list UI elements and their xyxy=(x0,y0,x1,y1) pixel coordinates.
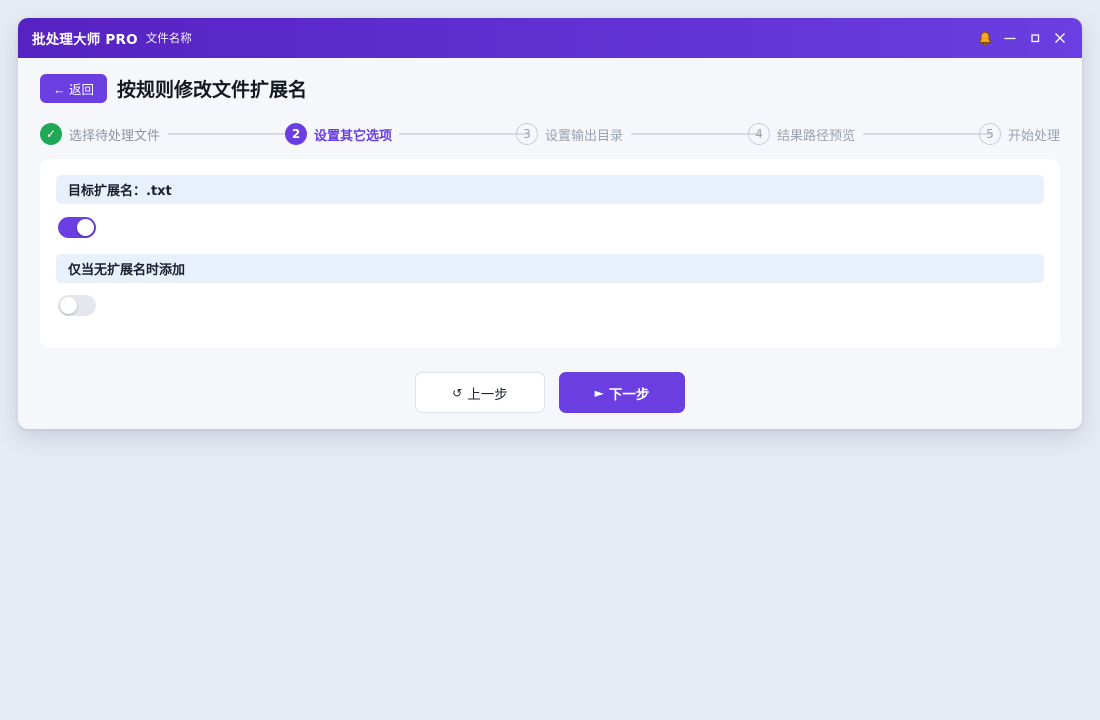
step-label: 设置输出目录 xyxy=(545,128,624,144)
step-4[interactable]: 4 结果路径预览 xyxy=(748,122,855,146)
page-title: 按规则修改文件扩展名 xyxy=(116,79,307,101)
step-3[interactable]: 3 设置输出目录 xyxy=(516,122,623,146)
previous-step-button[interactable]: ↺ 上一步 xyxy=(415,372,545,413)
next-step-button[interactable]: ► 下一步 xyxy=(559,372,685,413)
previous-step-label: 上一步 xyxy=(467,386,508,403)
step-connector xyxy=(399,133,530,135)
target-extension-toggle[interactable] xyxy=(58,217,96,238)
minimize-icon[interactable] xyxy=(1000,28,1020,48)
bell-icon[interactable] xyxy=(975,28,995,48)
step-1[interactable]: ✓ 选择待处理文件 xyxy=(40,122,160,146)
step-connector xyxy=(168,133,298,135)
only-add-if-none-label: 仅当无扩展名时添加 xyxy=(56,254,1044,283)
step-label: 结果路径预览 xyxy=(777,128,856,144)
toggle-knob xyxy=(60,297,77,314)
check-icon: ✓ xyxy=(40,123,62,145)
back-button[interactable]: ← 返回 xyxy=(40,74,107,103)
step-2[interactable]: 2 设置其它选项 xyxy=(285,122,392,146)
step-label: 选择待处理文件 xyxy=(69,128,161,144)
title-bar: 批处理大师 PRO 文件名称 xyxy=(18,18,1082,58)
step-connector xyxy=(863,133,993,135)
step-number: 3 xyxy=(516,123,538,145)
step-number: 2 xyxy=(285,123,307,145)
step-number: 5 xyxy=(979,123,1001,145)
undo-icon: ↺ xyxy=(452,385,463,400)
target-extension-label: 目标扩展名：.txt xyxy=(56,175,1044,204)
step-label: 设置其它选项 xyxy=(314,128,393,144)
step-5[interactable]: 5 开始处理 xyxy=(979,122,1060,146)
toggle-knob xyxy=(77,219,94,236)
app-title: 批处理大师 PRO xyxy=(32,32,138,48)
file-name: 文件名称 xyxy=(145,31,192,45)
next-step-label: 下一步 xyxy=(608,386,650,403)
close-icon[interactable] xyxy=(1050,28,1070,48)
step-number: 4 xyxy=(748,123,770,145)
step-label: 开始处理 xyxy=(1008,128,1061,144)
page-header: ← 返回 按规则修改文件扩展名 xyxy=(40,74,307,103)
only-add-if-none-toggle[interactable] xyxy=(58,295,96,316)
step-connector xyxy=(631,133,762,135)
stepper: ✓ 选择待处理文件 2 设置其它选项 3 设置输出目录 4 结果路径预览 5 开… xyxy=(40,122,1060,146)
play-icon: ► xyxy=(594,385,604,400)
maximize-icon[interactable] xyxy=(1025,28,1045,48)
options-card: 目标扩展名：.txt 仅当无扩展名时添加 xyxy=(40,159,1060,348)
app-window: 批处理大师 PRO 文件名称 ← 返回 按规则修改文件扩展名 ✓ 选择待处理文件… xyxy=(18,18,1082,429)
